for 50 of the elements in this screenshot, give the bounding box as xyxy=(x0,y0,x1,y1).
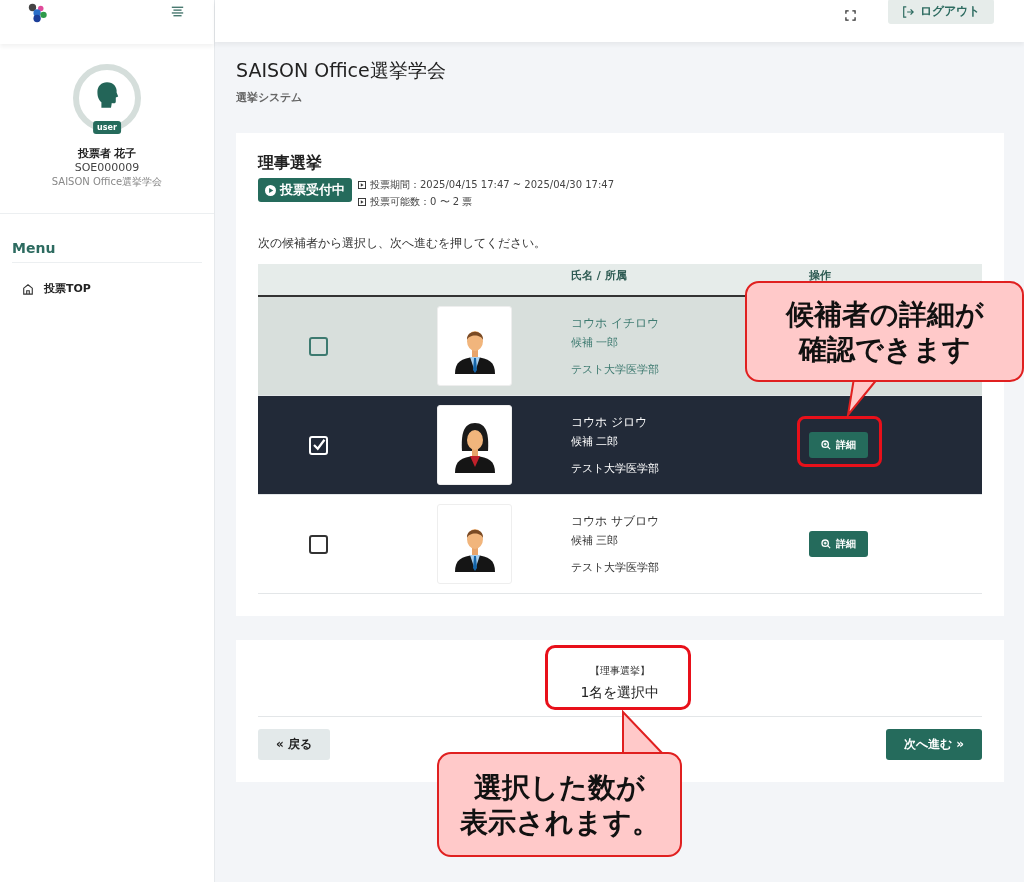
checkbox[interactable] xyxy=(308,336,328,356)
menu-title: Menu xyxy=(12,240,202,263)
fullscreen-icon[interactable] xyxy=(845,9,856,21)
candidate-name: 候補 二郎 xyxy=(571,434,620,449)
menu-icon[interactable] xyxy=(171,6,184,17)
play-icon xyxy=(265,184,276,196)
zoom-in-icon xyxy=(821,440,831,450)
back-button[interactable]: « 戻る xyxy=(258,729,330,760)
logout-button[interactable]: ログアウト xyxy=(888,0,994,24)
candidate-kana: コウホ サブロウ xyxy=(571,513,660,530)
selection-count: 1名を選択中 xyxy=(580,684,660,702)
menu-item-label: 投票TOP xyxy=(44,281,91,296)
column-header: 氏名 / 所属 xyxy=(571,268,628,283)
logout-icon xyxy=(902,5,914,18)
column-header: 操作 xyxy=(809,268,832,283)
candidate-affiliation: テスト大学医学部 xyxy=(571,362,660,377)
bullet-icon xyxy=(358,198,366,206)
candidate-kana: コウホ ジロウ xyxy=(571,414,648,431)
checkbox[interactable] xyxy=(308,534,328,554)
instruction-text: 次の候補者から選択し、次へ進むを押してください。 xyxy=(258,235,547,252)
callout-text: 表示されます。 xyxy=(459,804,660,840)
zoom-in-icon xyxy=(821,539,831,549)
vote-limit: 投票可能数：0 〜 2 票 xyxy=(370,195,473,209)
candidate-row[interactable]: コウホ ジロウ 候補 二郎 テスト大学医学部 詳細 xyxy=(258,396,982,495)
user-organization: SAISON Office選挙学会 xyxy=(51,175,163,189)
candidate-affiliation: テスト大学医学部 xyxy=(571,461,660,476)
head-icon xyxy=(95,81,119,109)
menu-item[interactable]: 投票TOP xyxy=(12,263,202,314)
user-badge: user xyxy=(93,121,121,134)
candidate-name: 候補 一郎 xyxy=(571,335,620,350)
candidate-kana: コウホ イチロウ xyxy=(571,315,660,332)
bullet-icon xyxy=(358,181,366,189)
user-name: 投票者 花子 xyxy=(77,146,137,161)
candidate-name: 候補 三郎 xyxy=(571,533,620,548)
voting-period: 投票期間：2025/04/15 17:47 ~ 2025/04/30 17:47 xyxy=(370,178,614,192)
election-title: 理事選挙 xyxy=(258,153,323,174)
callout-text: 選択した数が xyxy=(474,769,645,805)
detail-button[interactable]: 詳細 xyxy=(809,432,868,458)
summary-election: 【理事選挙】 xyxy=(590,664,650,678)
page-subtitle: 選挙システム xyxy=(236,90,303,105)
detail-button[interactable]: 詳細 xyxy=(809,531,868,557)
candidate-affiliation: テスト大学医学部 xyxy=(571,560,660,575)
callout-text: 確認できます xyxy=(798,331,971,367)
logo-icon xyxy=(27,2,49,24)
user-id: SOE000009 xyxy=(74,161,140,174)
page-title: SAISON Office選挙学会 xyxy=(236,58,447,83)
callout-text: 候補者の詳細が xyxy=(785,296,984,332)
home-icon xyxy=(22,282,34,295)
status-badge: 投票受付中 xyxy=(258,178,352,202)
next-button[interactable]: 次へ進む » xyxy=(886,729,982,760)
